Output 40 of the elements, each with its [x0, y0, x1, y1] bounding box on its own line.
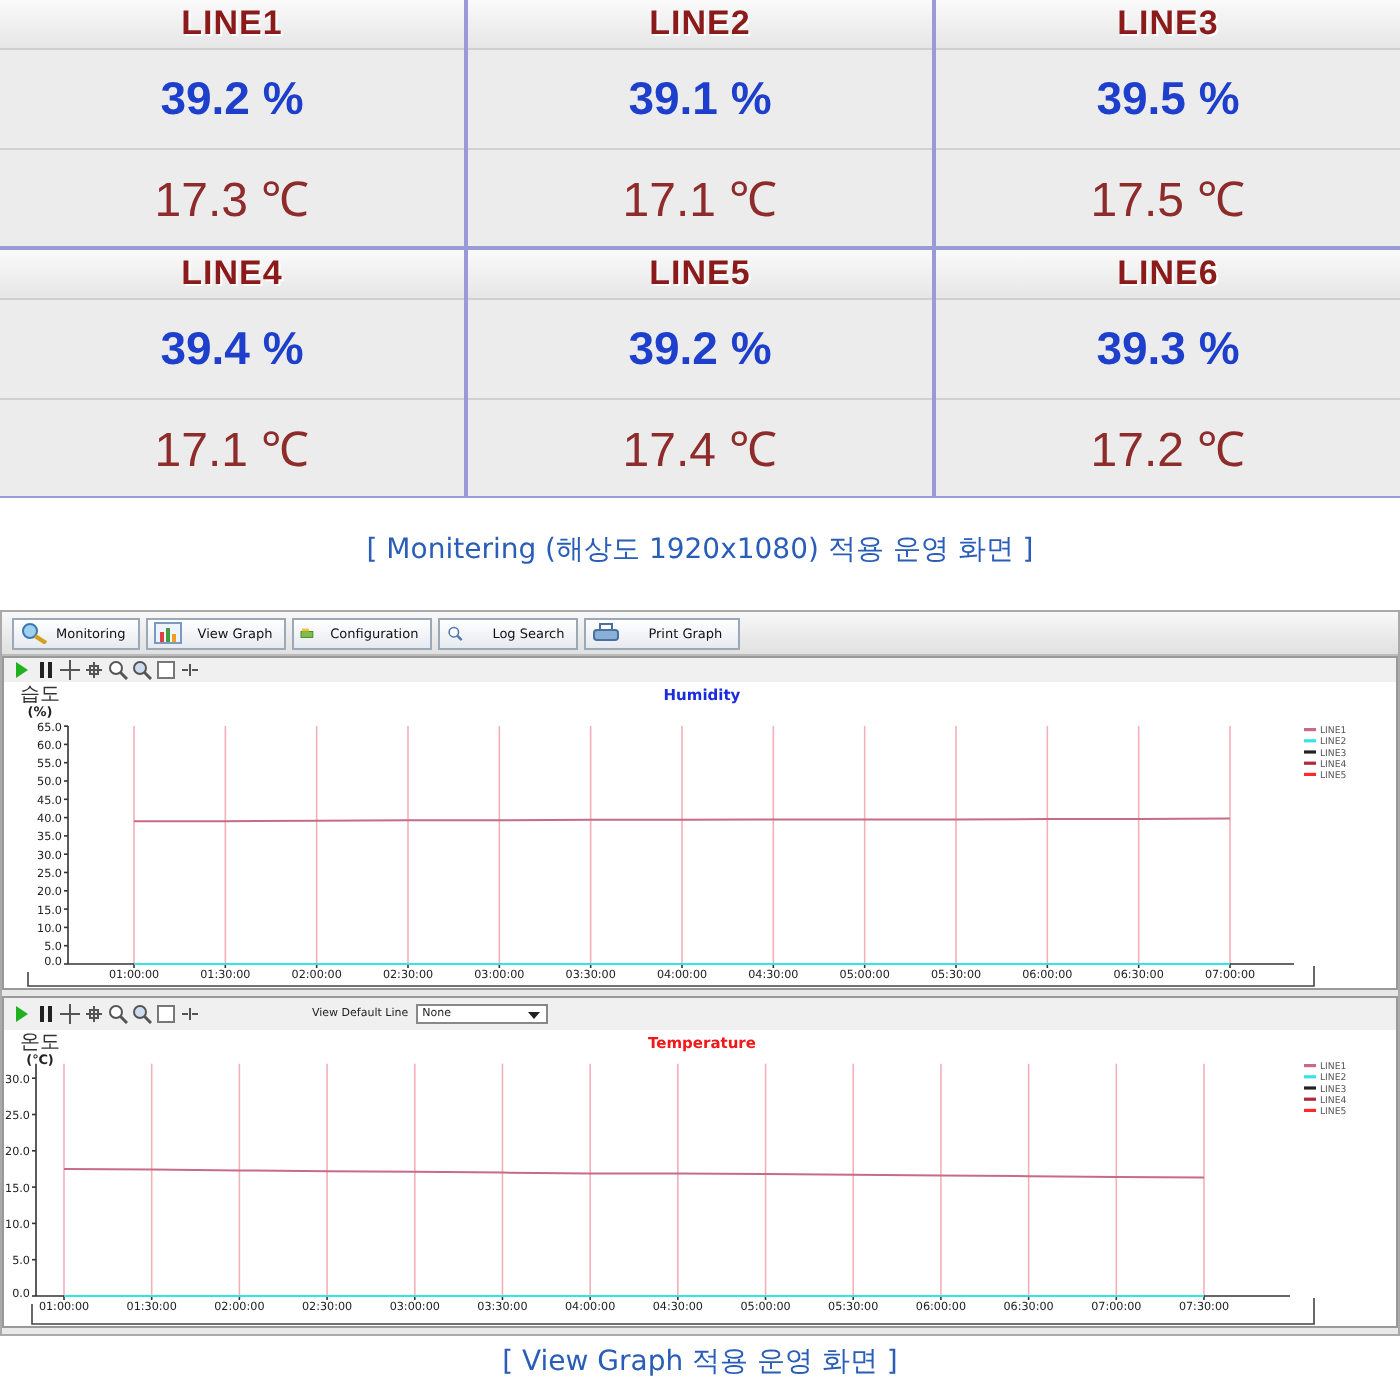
humidity-value: 39.4 %	[0, 300, 464, 399]
temperature-value: 17.2 ℃	[1088, 422, 1248, 483]
dropdown-arrow-icon	[526, 1007, 543, 1021]
crosshair-icon[interactable]	[60, 1004, 80, 1024]
axis-title: 습도	[20, 684, 60, 706]
zoom-in-icon[interactable]	[108, 660, 128, 680]
zoom-out-icon[interactable]	[132, 660, 152, 680]
temperature-value: 17.5 ℃	[1088, 172, 1248, 233]
line-name: LINE4	[0, 250, 464, 300]
temperature-value: 17.3 ℃	[152, 172, 312, 233]
fit-icon[interactable]	[180, 1004, 200, 1024]
bar-chart-icon	[153, 622, 182, 644]
line-name: LINE1	[0, 0, 464, 50]
axis-title: 온도	[20, 1032, 60, 1054]
humidity-value: 39.2 %	[0, 50, 464, 149]
checkbox-icon[interactable]	[156, 660, 176, 680]
line-name: LINE5	[468, 250, 932, 300]
pause-icon[interactable]	[36, 660, 56, 680]
pause-icon[interactable]	[36, 1004, 56, 1024]
zoom-out-icon[interactable]	[132, 1004, 152, 1024]
caption: [ Monitering (해상도 1920x1080) 적용 운영 화면 ]	[366, 532, 1034, 568]
fit-icon[interactable]	[180, 660, 200, 680]
caption: [ View Graph 적용 운영 화면 ]	[502, 1344, 898, 1380]
humidity-value: 39.1 %	[468, 50, 932, 149]
humidity-value: 39.5 %	[936, 50, 1400, 149]
printer-icon	[592, 622, 621, 644]
checkbox-icon[interactable]	[156, 1004, 176, 1024]
temperature-value: 17.4 ℃	[620, 422, 780, 483]
pan-icon[interactable]	[84, 660, 104, 680]
crosshair-icon[interactable]	[60, 660, 80, 680]
magnifier-icon	[20, 622, 48, 644]
humidity-value: 39.2 %	[468, 300, 932, 399]
line-name: LINE3	[936, 0, 1400, 50]
pan-icon[interactable]	[84, 1004, 104, 1024]
temperature-value: 17.1 ℃	[152, 422, 312, 483]
humidity-value: 39.3 %	[936, 300, 1400, 399]
line-name: LINE2	[468, 0, 932, 50]
line-name: LINE6	[936, 250, 1400, 300]
zoom-in-icon[interactable]	[108, 1004, 128, 1024]
temperature-value: 17.1 ℃	[620, 172, 780, 233]
